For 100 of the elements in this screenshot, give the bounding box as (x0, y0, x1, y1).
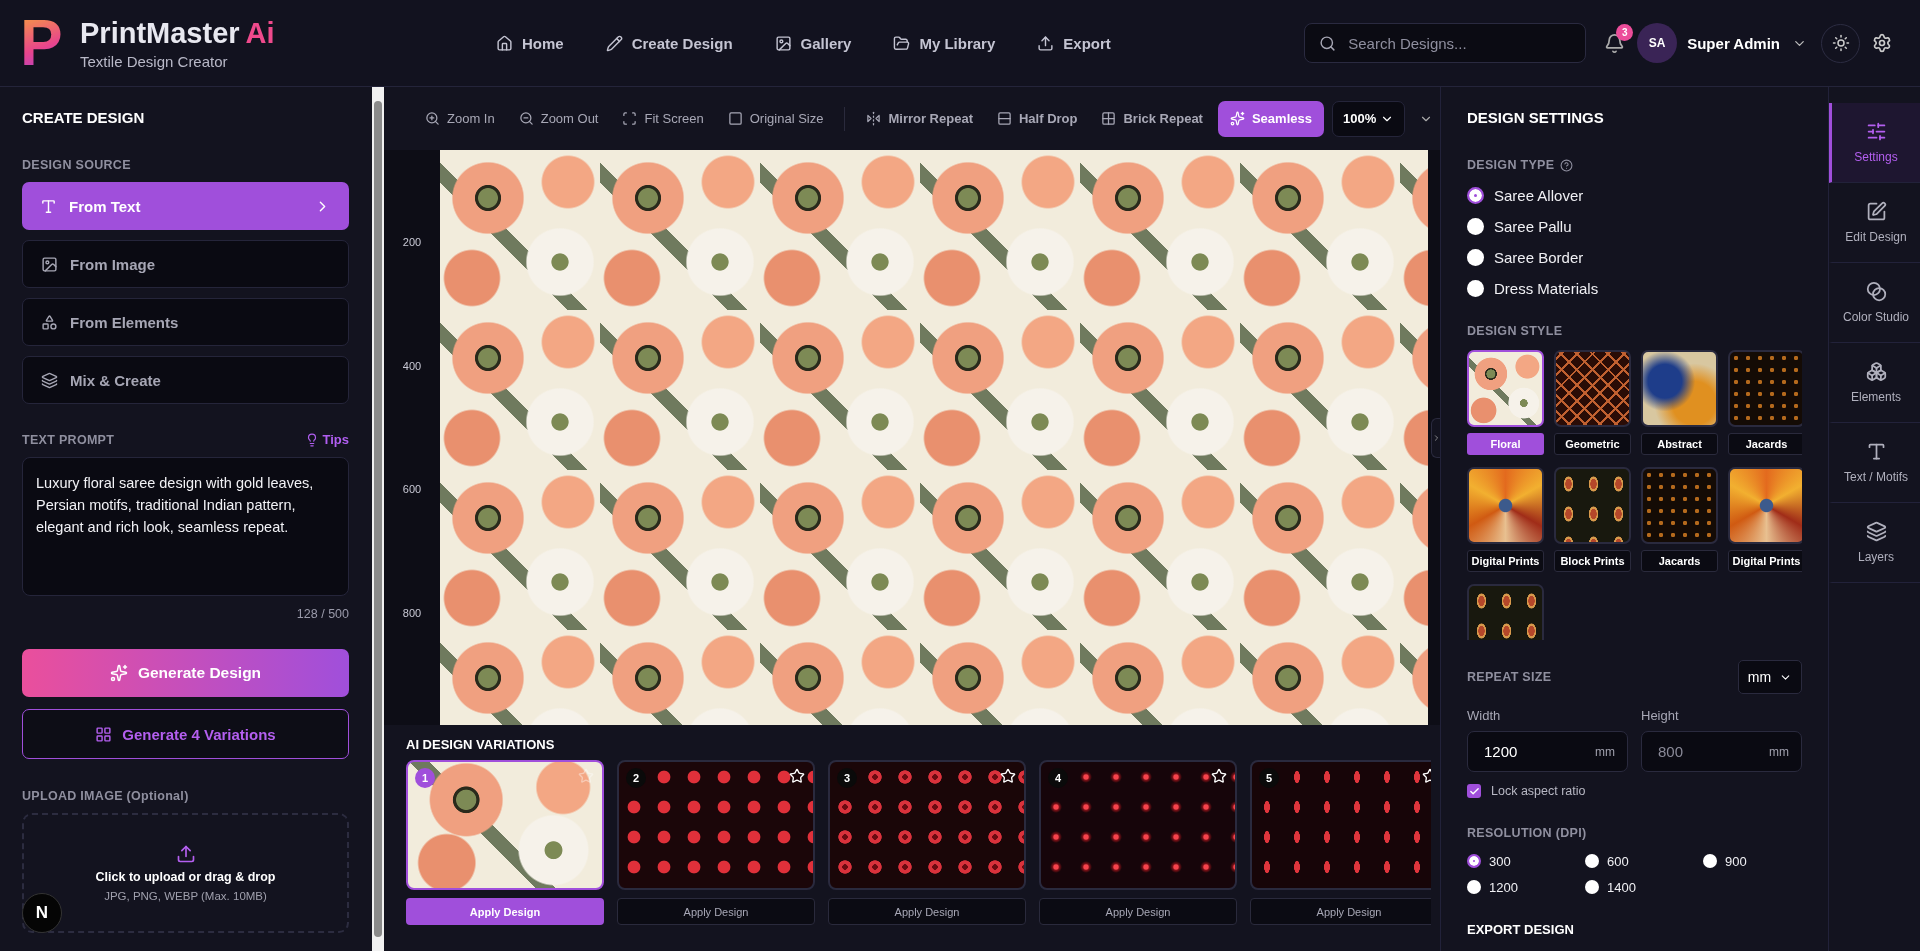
toolbar-button[interactable]: Zoom Out (509, 100, 608, 137)
unit-label: mm (1595, 744, 1615, 759)
source-option[interactable]: From Text (22, 182, 349, 230)
tips-link[interactable]: Tips (304, 432, 349, 447)
height-input[interactable]: 800 (1656, 742, 1769, 761)
generate-button[interactable]: Generate Design (22, 649, 349, 697)
variation-thumbnail[interactable]: 1 (406, 760, 604, 890)
style-thumbnail[interactable] (1641, 467, 1718, 544)
style-label[interactable]: Digital Prints (1467, 550, 1544, 572)
scrollbar[interactable] (372, 87, 384, 951)
nav-link[interactable]: Export (1037, 34, 1111, 52)
radio-button[interactable] (1467, 187, 1484, 204)
radio-button[interactable] (1467, 280, 1484, 297)
help-icon[interactable] (1560, 158, 1574, 172)
width-field[interactable]: 1200 mm (1467, 731, 1628, 772)
radio-button[interactable] (1467, 218, 1484, 235)
dpi-option[interactable]: 1400 (1585, 876, 1703, 898)
height-field[interactable]: 800 mm (1641, 731, 1802, 772)
width-input[interactable]: 1200 (1482, 742, 1595, 761)
rail-tab[interactable]: Elements (1829, 343, 1920, 423)
repeat-button[interactable]: Brick Repeat (1092, 100, 1212, 137)
user-avatar[interactable]: SA (1637, 23, 1678, 63)
radio-button[interactable] (1467, 854, 1481, 868)
radio-button[interactable] (1703, 854, 1717, 868)
settings-button[interactable] (1872, 33, 1892, 53)
style-thumbnail[interactable] (1728, 350, 1802, 427)
dpi-option[interactable]: 1200 (1467, 876, 1585, 898)
style-label[interactable]: Block Prints (1554, 550, 1631, 572)
rail-tab[interactable]: Text / Motifs (1829, 423, 1920, 503)
grid-icon (95, 725, 113, 743)
star-icon[interactable] (789, 768, 805, 784)
apply-design-button[interactable]: Apply Design (1250, 898, 1431, 925)
toolbar-button[interactable]: Zoom In (416, 100, 504, 137)
design-type-option[interactable]: Saree Allover (1467, 180, 1802, 211)
style-thumbnail[interactable] (1467, 467, 1544, 544)
source-option[interactable]: Mix & Create (22, 356, 349, 404)
star-icon[interactable] (578, 768, 594, 784)
radio-button[interactable] (1585, 880, 1599, 894)
search-input[interactable]: Search Designs... (1346, 33, 1567, 53)
radio-button[interactable] (1585, 854, 1599, 868)
variation-number: 2 (626, 768, 646, 788)
design-type-option[interactable]: Dress Materials (1467, 273, 1802, 304)
radio-button[interactable] (1467, 249, 1484, 266)
variation-thumbnail[interactable]: 2 (617, 760, 815, 890)
rail-tab[interactable]: Edit Design (1829, 183, 1920, 263)
variations-button[interactable]: Generate 4 Variations (22, 709, 349, 759)
dpi-option[interactable]: 600 (1585, 850, 1703, 872)
style-thumbnail[interactable] (1467, 584, 1544, 640)
nav-link[interactable]: Gallery (774, 34, 852, 52)
style-thumbnail[interactable] (1467, 350, 1544, 427)
radio-button[interactable] (1467, 880, 1481, 894)
design-type-option[interactable]: Saree Pallu (1467, 211, 1802, 242)
source-option[interactable]: From Elements (22, 298, 349, 346)
style-thumbnail[interactable] (1641, 350, 1718, 427)
user-menu[interactable]: Super Admin (1687, 34, 1807, 52)
cubes-icon (1865, 361, 1887, 382)
style-label[interactable]: Digital Prints (1728, 550, 1802, 572)
toolbar-button[interactable]: Original Size (718, 100, 833, 137)
rows-icon (996, 111, 1012, 126)
nav-link[interactable]: Create Design (605, 34, 733, 52)
style-thumbnail[interactable] (1554, 467, 1631, 544)
variation-thumbnail[interactable]: 4 (1039, 760, 1237, 890)
style-label[interactable]: Jacards (1728, 433, 1802, 455)
zoom-in-icon (425, 111, 440, 126)
dpi-option[interactable]: 900 (1703, 850, 1821, 872)
style-label[interactable]: Floral (1467, 433, 1544, 455)
repeat-button[interactable]: Mirror Repeat (857, 100, 982, 137)
square-icon (727, 111, 743, 126)
design-type-option[interactable]: Saree Border (1467, 242, 1802, 273)
nav-link[interactable]: Home (496, 34, 564, 52)
floating-badge[interactable]: N (22, 893, 62, 933)
star-icon[interactable] (1211, 768, 1227, 784)
dpi-option[interactable]: 300 (1467, 850, 1585, 872)
house-icon (496, 34, 513, 52)
style-thumbnail[interactable] (1554, 350, 1631, 427)
rail-tab[interactable]: Layers (1829, 503, 1920, 583)
zoom-select[interactable]: 100% (1331, 100, 1406, 137)
nav-link[interactable]: My Library (893, 34, 996, 52)
repeat-button[interactable]: Half Drop (987, 100, 1087, 137)
prompt-field[interactable]: Luxury floral saree design with gold leaves, Persian motifs, traditional Indian pattern, elegant and rich look, seamless repeat. (22, 457, 349, 596)
checkbox[interactable] (1467, 784, 1481, 798)
toolbar-button[interactable]: Fit Screen (613, 100, 713, 137)
search-field[interactable]: Search Designs... (1304, 23, 1587, 63)
repeat-button[interactable]: Seamless (1217, 100, 1324, 137)
apply-design-button[interactable]: Apply Design (1039, 898, 1237, 925)
variation-thumbnail[interactable]: 3 (828, 760, 1026, 890)
source-option[interactable]: From Image (22, 240, 349, 288)
apply-design-button[interactable]: Apply Design (406, 898, 604, 925)
style-thumbnail[interactable] (1728, 467, 1802, 544)
unit-select[interactable]: mm (1738, 660, 1802, 694)
style-label[interactable]: Abstract (1641, 433, 1718, 455)
star-icon[interactable] (1000, 768, 1016, 784)
style-label[interactable]: Jacards (1641, 550, 1718, 572)
apply-design-button[interactable]: Apply Design (617, 898, 815, 925)
variation-thumbnail[interactable]: 5 (1250, 760, 1431, 890)
rail-tab[interactable]: Color Studio (1829, 263, 1920, 343)
style-label[interactable]: Geometric (1554, 433, 1631, 455)
apply-design-button[interactable]: Apply Design (828, 898, 1026, 925)
overlapping-circles-icon (1865, 281, 1887, 302)
rail-tab[interactable]: Settings (1829, 103, 1920, 183)
